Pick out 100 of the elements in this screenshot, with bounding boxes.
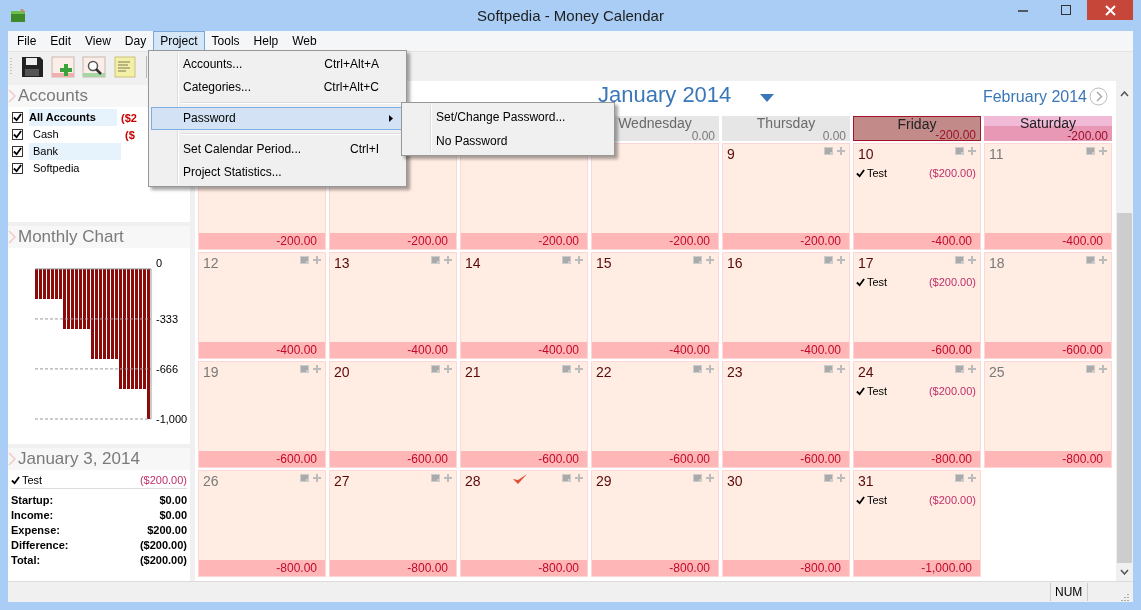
day-cell[interactable]: 22 -600.00 (591, 361, 719, 468)
menu-item[interactable]: Web (285, 31, 324, 51)
plus-icon[interactable] (837, 365, 845, 373)
day-cell[interactable]: 31 Test ($200.00) -1,000.00 (853, 470, 981, 577)
day-cell[interactable]: 20 -600.00 (329, 361, 457, 468)
scrollbar-thumb[interactable] (1117, 213, 1132, 563)
plus-icon[interactable] (575, 474, 583, 482)
plus-icon[interactable] (575, 365, 583, 373)
day-cell[interactable]: 11 -400.00 (984, 143, 1112, 250)
account-name[interactable]: Cash (29, 126, 121, 143)
checkbox[interactable] (12, 112, 23, 123)
add-entry-icon[interactable] (51, 54, 75, 79)
close-button[interactable] (1087, 0, 1133, 20)
account-name[interactable]: All Accounts (29, 109, 117, 126)
menu-item[interactable]: Password (151, 107, 404, 130)
menu-item[interactable]: Help (246, 31, 286, 51)
day-cell[interactable]: 13 -400.00 (329, 252, 457, 359)
day-cell[interactable]: 27 -800.00 (329, 470, 457, 577)
notes-icon[interactable] (300, 256, 309, 264)
day-cell[interactable]: 15 -400.00 (591, 252, 719, 359)
day-cell[interactable]: -200.00 (591, 143, 719, 250)
day-cell[interactable]: 25 -800.00 (984, 361, 1112, 468)
account-name[interactable]: Softpedia (29, 160, 121, 177)
menu-item[interactable]: Set/Change Password... (404, 105, 612, 129)
day-cell[interactable]: 16 -400.00 (722, 252, 850, 359)
notes-icon[interactable] (824, 474, 833, 482)
day-cell[interactable]: 26 -800.00 (198, 470, 326, 577)
notes-icon[interactable] (955, 365, 964, 373)
day-cell[interactable]: 12 -400.00 (198, 252, 326, 359)
notes-icon[interactable] (431, 474, 440, 482)
notes-icon[interactable] (955, 147, 964, 155)
notes-icon[interactable] (693, 474, 702, 482)
plus-icon[interactable] (575, 256, 583, 264)
plus-icon[interactable] (1099, 256, 1107, 264)
plus-icon[interactable] (968, 365, 976, 373)
day-cell[interactable]: 24 Test ($200.00) -800.00 (853, 361, 981, 468)
menu-item[interactable]: File (10, 31, 44, 51)
plus-icon[interactable] (1099, 147, 1107, 155)
plus-icon[interactable] (444, 365, 452, 373)
notes-icon[interactable] (1086, 147, 1095, 155)
menu-item[interactable]: Tools (204, 31, 247, 51)
notes-icon[interactable] (300, 365, 309, 373)
dropdown-caret-icon[interactable] (760, 94, 774, 102)
plus-icon[interactable] (837, 147, 845, 155)
day-cell[interactable]: 21 -600.00 (460, 361, 588, 468)
plus-icon[interactable] (837, 474, 845, 482)
plus-icon[interactable] (968, 256, 976, 264)
day-cell[interactable]: 29 -800.00 (591, 470, 719, 577)
notes-icon[interactable] (562, 365, 571, 373)
plus-icon[interactable] (706, 365, 714, 373)
next-month-link[interactable]: February 2014 (982, 87, 1087, 106)
menu-item[interactable]: Accounts... Ctrl+Alt+A (151, 53, 404, 76)
day-cell[interactable]: 18 -600.00 (984, 252, 1112, 359)
scroll-down-icon[interactable] (1120, 569, 1129, 575)
account-name[interactable]: Bank (29, 143, 121, 160)
day-cell[interactable]: 9 -200.00 (722, 143, 850, 250)
checkbox[interactable] (12, 146, 23, 157)
notes-icon[interactable] (824, 256, 833, 264)
notes-icon[interactable] (824, 147, 833, 155)
plus-icon[interactable] (706, 256, 714, 264)
notes-icon[interactable] (1086, 365, 1095, 373)
search-icon[interactable] (82, 54, 106, 79)
notes-icon[interactable] (955, 474, 964, 482)
menu-item[interactable]: Project (153, 31, 205, 51)
notes-icon[interactable] (431, 365, 440, 373)
menu-item[interactable]: View (78, 31, 118, 51)
day-cell[interactable]: 10 Test ($200.00) -400.00 (853, 143, 981, 250)
plus-icon[interactable] (313, 365, 321, 373)
notes-icon[interactable] (955, 256, 964, 264)
plus-icon[interactable] (444, 256, 452, 264)
notes-icon[interactable] (431, 256, 440, 264)
scroll-up-icon[interactable] (1120, 91, 1129, 97)
notes-icon[interactable] (824, 365, 833, 373)
menu-item[interactable]: Categories... Ctrl+Alt+C (151, 76, 404, 99)
plus-icon[interactable] (313, 474, 321, 482)
plus-icon[interactable] (313, 256, 321, 264)
plus-icon[interactable] (1099, 365, 1107, 373)
day-cell[interactable]: 17 Test ($200.00) -600.00 (853, 252, 981, 359)
notes-icon[interactable] (562, 474, 571, 482)
day-cell[interactable]: 19 -600.00 (198, 361, 326, 468)
notes-icon[interactable] (1086, 256, 1095, 264)
checkbox[interactable] (12, 163, 23, 174)
notes-icon[interactable] (562, 256, 571, 264)
plus-icon[interactable] (706, 474, 714, 482)
notes-icon[interactable] (693, 256, 702, 264)
notes-icon[interactable] (300, 474, 309, 482)
checkbox[interactable] (12, 129, 23, 140)
sticky-note-icon[interactable] (113, 54, 137, 79)
resize-grip-icon[interactable] (1120, 592, 1130, 602)
day-cell[interactable]: 14 -400.00 (460, 252, 588, 359)
plus-icon[interactable] (968, 474, 976, 482)
day-cell[interactable]: 30 -800.00 (722, 470, 850, 577)
menu-item[interactable]: Day (117, 31, 154, 51)
day-cell[interactable]: 28 -800.00 (460, 470, 588, 577)
notes-icon[interactable] (693, 365, 702, 373)
day-cell[interactable]: 23 -600.00 (722, 361, 850, 468)
plus-icon[interactable] (837, 256, 845, 264)
plus-icon[interactable] (444, 474, 452, 482)
menu-item[interactable]: Edit (43, 31, 79, 51)
plus-icon[interactable] (968, 147, 976, 155)
